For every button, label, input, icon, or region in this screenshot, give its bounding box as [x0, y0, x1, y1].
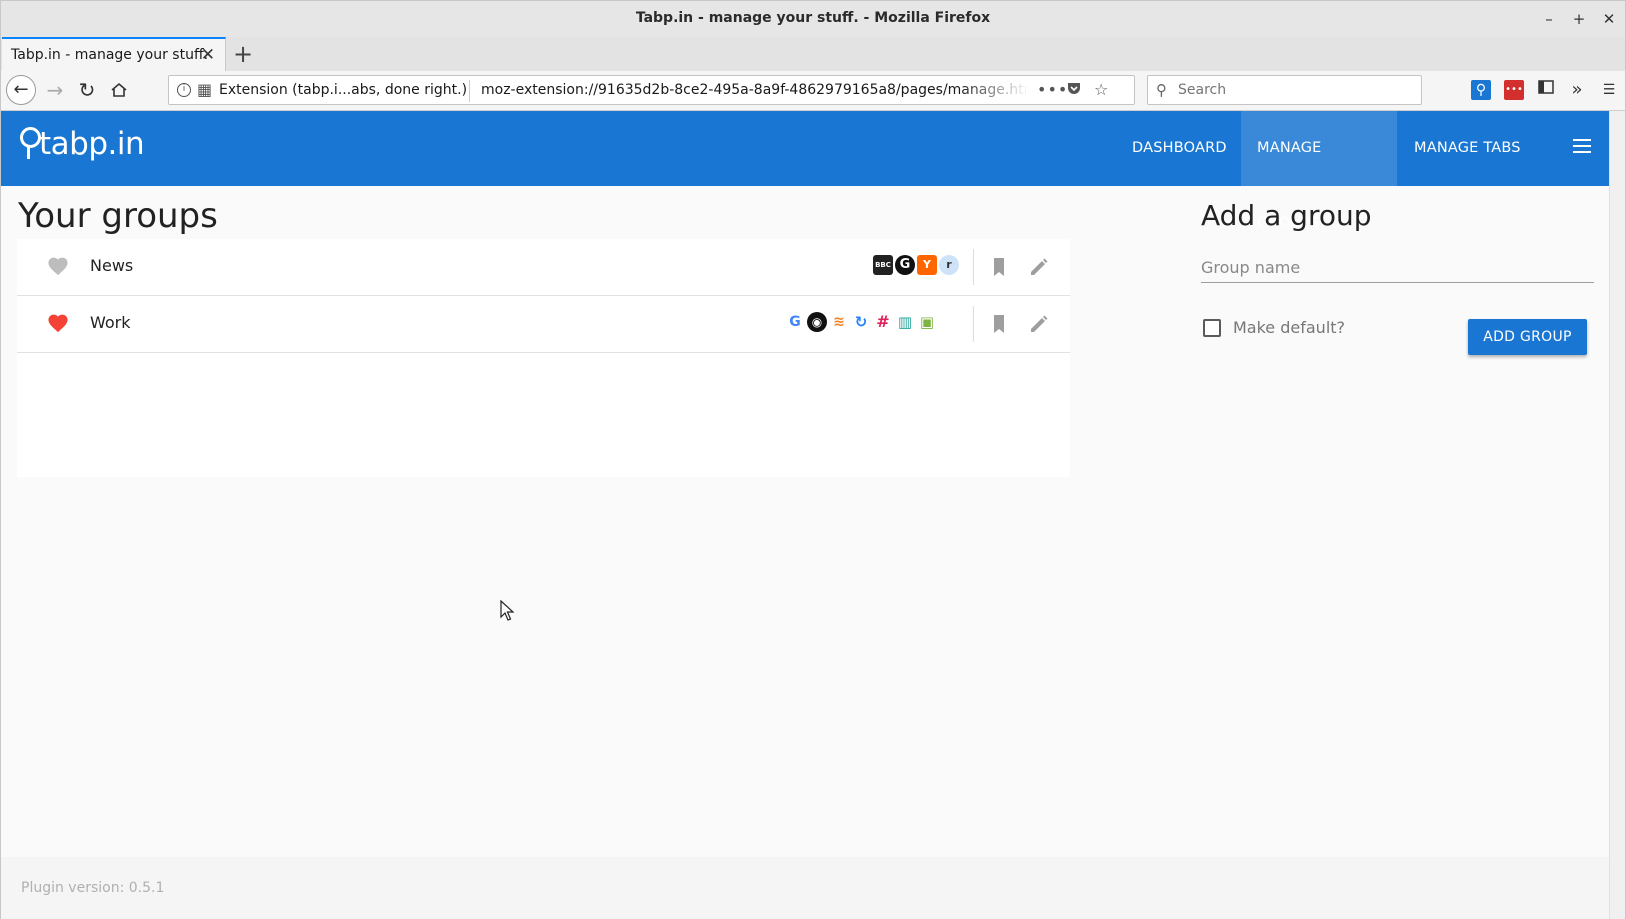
tabpin-extension-icon[interactable]: ⚲ [1471, 80, 1491, 100]
browser-tab-title: Tabp.in - manage your stuff. [11, 47, 209, 63]
forward-arrow-icon[interactable]: → [40, 75, 70, 105]
group-list: News BBC G Y r Work G ◉ ≋ ↻ # ▥ ▣ [17, 239, 1070, 477]
nav-manage-groups[interactable]: MANAGE GROUPS [1241, 111, 1397, 231]
maximize-button[interactable]: + [1567, 7, 1591, 31]
minimize-button[interactable]: – [1537, 7, 1561, 31]
slack-favicon-icon: # [873, 312, 893, 332]
url-text[interactable]: moz-extension://91635d2b-8ce2-495a-8a9f-… [481, 82, 1026, 98]
add-group-heading: Add a group [1201, 199, 1372, 232]
page-actions-icon[interactable]: ••• [1037, 80, 1068, 99]
row-divider [973, 249, 974, 285]
window-title: Tabp.in - manage your stuff. - Mozilla F… [635, 10, 991, 26]
stackoverflow-favicon-icon: ≋ [829, 312, 849, 332]
info-icon[interactable]: i [177, 83, 191, 97]
site-identity-label[interactable]: Extension (tabp.i...abs, done right.) [219, 82, 467, 98]
apple-favicon-icon [939, 312, 959, 332]
reload-icon[interactable]: ↻ [72, 75, 102, 105]
group-name-input[interactable] [1201, 253, 1594, 283]
back-arrow-icon[interactable]: ← [6, 75, 36, 105]
group-name[interactable]: Work [90, 313, 131, 332]
brand-name: tabp.in [39, 126, 145, 162]
page-footer: Plugin version: 0.5.1 [1, 857, 1609, 919]
window-titlebar: Tabp.in - manage your stuff. - Mozilla F… [0, 0, 1626, 37]
add-group-button[interactable]: ADD GROUP [1468, 319, 1587, 355]
mouse-cursor-icon [500, 599, 515, 622]
brand-logo[interactable]: tabp.in [19, 125, 145, 162]
favorite-heart-icon[interactable] [47, 313, 69, 333]
browser-tab[interactable]: Tabp.in - manage your stuff. ✕ [2, 37, 226, 71]
plugin-version: Plugin version: 0.5.1 [21, 880, 165, 896]
bookmark-star-icon[interactable]: ☆ [1094, 80, 1108, 99]
tab-close-icon[interactable]: ✕ [201, 45, 215, 65]
url-bar[interactable]: i ▦ Extension (tabp.i...abs, done right.… [168, 75, 1135, 105]
search-icon: ⚲ [1156, 81, 1167, 99]
extension-puzzle-icon: ▦ [197, 80, 213, 99]
nav-manage-tabs[interactable]: MANAGE TABS [1398, 111, 1537, 186]
window-close-button[interactable]: ✕ [1597, 7, 1621, 31]
pin-logo-icon [19, 125, 41, 160]
page-content: tabp.in DASHBOARD MANAGE GROUPS MANAGE T… [0, 111, 1609, 919]
new-tab-button[interactable]: + [233, 40, 253, 68]
jira-favicon-icon: ↻ [851, 312, 871, 332]
app-menu-icon[interactable] [1573, 139, 1593, 155]
url-fade [959, 78, 1029, 102]
edit-pencil-icon[interactable] [1027, 255, 1051, 279]
sidebar-icon[interactable] [1536, 80, 1556, 100]
make-default-checkbox[interactable] [1203, 319, 1221, 337]
bookmark-icon[interactable] [987, 312, 1011, 336]
reddit-favicon-icon: r [939, 255, 959, 275]
trello-favicon-icon: ▥ [895, 312, 915, 332]
android-favicon-icon: ▣ [917, 312, 937, 332]
search-input[interactable] [1178, 80, 1408, 100]
lastpass-extension-icon[interactable]: ••• [1504, 80, 1524, 100]
app-header: tabp.in DASHBOARD MANAGE GROUPS MANAGE T… [1, 111, 1609, 231]
row-divider [973, 306, 974, 342]
search-bar[interactable]: ⚲ [1147, 75, 1422, 105]
favorite-heart-icon[interactable] [47, 256, 69, 276]
google-favicon-icon: G [785, 312, 805, 332]
overflow-chevron-icon[interactable]: » [1567, 80, 1587, 100]
bbc-favicon-icon: BBC [873, 255, 893, 275]
edit-pencil-icon[interactable] [1027, 312, 1051, 336]
group-row-work[interactable]: Work G ◉ ≋ ↻ # ▥ ▣ [17, 296, 1070, 353]
group-name[interactable]: News [90, 256, 133, 275]
url-separator [469, 80, 470, 102]
browser-menu-icon[interactable]: ☰ [1599, 80, 1619, 100]
make-default-label[interactable]: Make default? [1233, 318, 1345, 337]
bookmark-icon[interactable] [987, 255, 1011, 279]
group-row-news[interactable]: News BBC G Y r [17, 239, 1070, 296]
nav-dashboard[interactable]: DASHBOARD [1116, 111, 1243, 186]
ycombinator-favicon-icon: Y [917, 255, 937, 275]
guardian-favicon-icon: G [895, 255, 915, 275]
page-scrollbar[interactable] [1609, 111, 1626, 919]
groups-heading: Your groups [18, 196, 218, 236]
navigation-toolbar: ← → ↻ i ▦ Extension (tabp.i...abs, done … [0, 71, 1626, 111]
home-icon[interactable] [104, 75, 134, 105]
pocket-icon[interactable] [1066, 80, 1082, 100]
github-favicon-icon: ◉ [807, 312, 827, 332]
tab-strip: Tabp.in - manage your stuff. ✕ + [0, 37, 1626, 71]
